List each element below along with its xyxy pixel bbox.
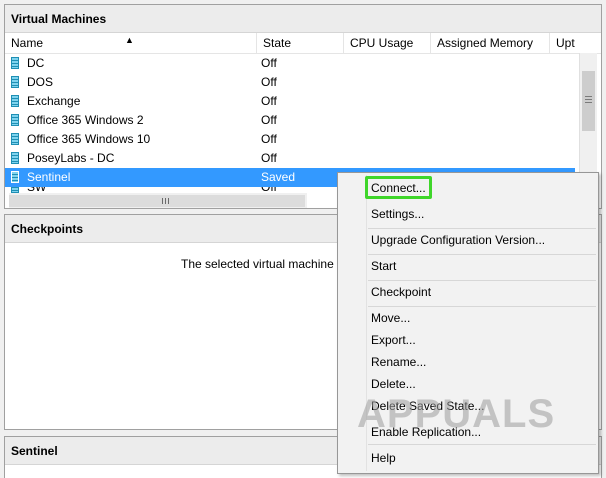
vm-row[interactable]: Office 365 Windows 2 Off <box>5 111 575 130</box>
menu-item-start[interactable]: Start <box>371 255 396 277</box>
menu-item-help[interactable]: Help <box>371 447 396 469</box>
menu-item-checkpoint[interactable]: Checkpoint <box>371 281 431 303</box>
horizontal-scrollbar[interactable] <box>9 193 307 208</box>
horizontal-scrollbar-thumb[interactable] <box>9 195 305 207</box>
virtual-machine-icon <box>11 152 19 164</box>
virtual-machine-icon <box>11 133 19 145</box>
vm-name: Sentinel <box>27 170 71 184</box>
vertical-scrollbar-thumb[interactable] <box>582 71 595 131</box>
vm-state: Off <box>261 151 277 165</box>
virtual-machine-icon <box>11 76 19 88</box>
watermark-logo: APPUALS <box>357 392 556 436</box>
menu-item-upgrade-configuration-version[interactable]: Upgrade Configuration Version... <box>371 229 545 251</box>
menu-item-settings[interactable]: Settings... <box>371 203 424 225</box>
column-header-name[interactable]: Name ▲ <box>5 33 257 53</box>
vm-name: DC <box>27 56 45 70</box>
vm-state: Saved <box>261 170 296 184</box>
column-header-state[interactable]: State <box>257 33 344 53</box>
column-header-label: Name <box>11 36 44 50</box>
virtual-machine-icon <box>11 57 19 69</box>
vm-state: Off <box>261 75 277 89</box>
column-header-label: Upt <box>556 36 575 50</box>
virtual-machine-icon <box>11 114 19 126</box>
vm-state: Off <box>261 132 277 146</box>
vm-state: Off <box>261 113 277 127</box>
column-header-label: Assigned Memory <box>437 36 534 50</box>
vm-row[interactable]: Exchange Off <box>5 92 575 111</box>
column-header-label: CPU Usage <box>350 36 414 50</box>
virtual-machine-icon <box>11 171 19 183</box>
vm-row[interactable]: DOS Off <box>5 73 575 92</box>
vm-list-header: Name ▲ State CPU Usage Assigned Memory U… <box>5 33 601 54</box>
virtual-machine-icon <box>11 95 19 107</box>
vm-name: PoseyLabs - DC <box>27 151 115 165</box>
vm-row[interactable]: Office 365 Windows 10 Off <box>5 130 575 149</box>
column-header-uptime[interactable]: Upt <box>550 33 606 53</box>
menu-item-move[interactable]: Move... <box>371 307 410 329</box>
vm-list: DC Off DOS Off Exchange Off Office 365 W… <box>5 54 575 187</box>
column-header-assigned-memory[interactable]: Assigned Memory <box>431 33 550 53</box>
column-header-cpu-usage[interactable]: CPU Usage <box>344 33 431 53</box>
vm-state: Off <box>261 56 277 70</box>
vm-row[interactable]: PoseyLabs - DC Off <box>5 149 575 168</box>
virtual-machines-title: Virtual Machines <box>5 5 601 33</box>
vm-row[interactable]: DC Off <box>5 54 575 73</box>
vm-name: Exchange <box>27 94 81 108</box>
vm-name: Office 365 Windows 10 <box>27 132 151 146</box>
column-header-label: State <box>263 36 292 50</box>
vm-name: DOS <box>27 75 54 89</box>
menu-item-export[interactable]: Export... <box>371 329 416 351</box>
menu-item-connect[interactable]: Connect... <box>371 177 426 199</box>
vm-name: Office 365 Windows 2 <box>27 113 144 127</box>
menu-item-rename[interactable]: Rename... <box>371 351 426 373</box>
vm-state: Off <box>261 94 277 108</box>
checkpoints-message: The selected virtual machine has <box>181 257 357 271</box>
sort-ascending-icon: ▲ <box>125 35 134 45</box>
